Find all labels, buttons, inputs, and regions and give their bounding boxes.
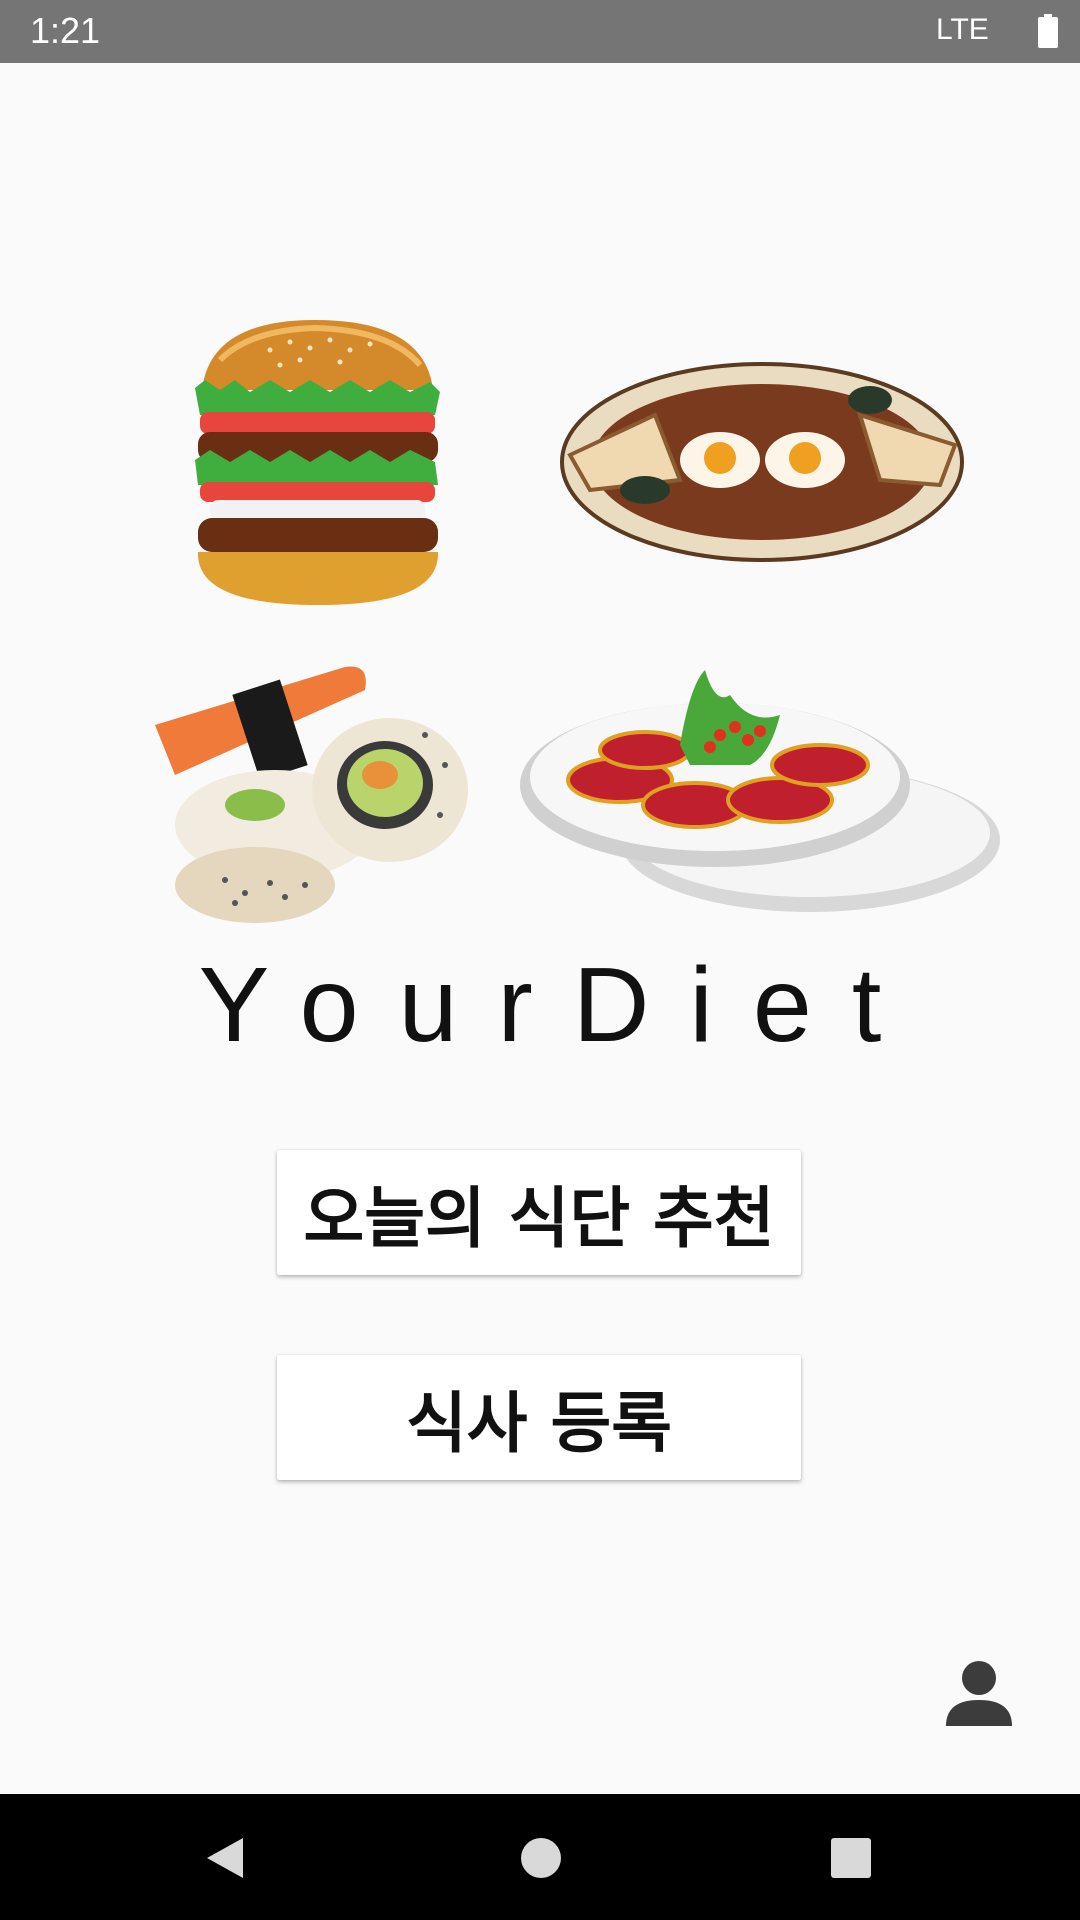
app-title: YourDiet [198,946,922,1064]
burger-image [195,320,440,605]
back-triangle-icon[interactable] [205,1836,245,1880]
network-indicator: LTE [936,13,989,46]
status-bar: 1:21 LTE [0,0,1080,63]
register-meal-button[interactable]: 식사 등록 [277,1355,801,1480]
home-circle-icon[interactable] [521,1838,561,1878]
person-icon[interactable] [944,1658,1014,1728]
sushi-image [155,666,468,923]
status-time: 1:21 [30,10,101,51]
breakfast-plate-image [560,362,964,562]
recents-square-icon[interactable] [831,1838,871,1878]
recommend-diet-button[interactable]: 오늘의 식단 추천 [277,1150,801,1275]
salad-plate-image [520,670,1000,912]
battery-icon [1038,14,1058,48]
